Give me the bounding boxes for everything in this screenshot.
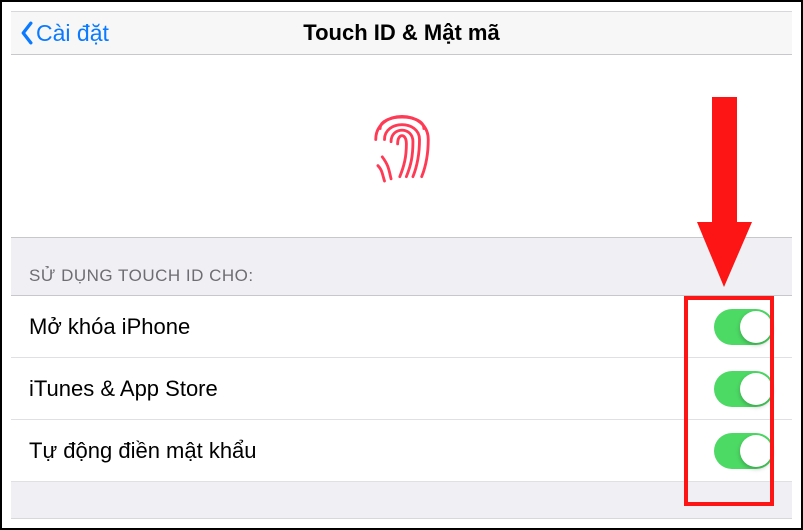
toggle-itunes-appstore[interactable]: [714, 371, 774, 407]
page-title: Touch ID & Mật mã: [303, 20, 499, 46]
toggle-unlock-iphone[interactable]: [714, 309, 774, 345]
row-itunes-appstore: iTunes & App Store: [11, 358, 792, 420]
back-label: Cài đặt: [36, 20, 109, 47]
row-label: Tự động điền mật khẩu: [29, 438, 257, 464]
row-autofill-password: Tự động điền mật khẩu: [11, 420, 792, 482]
settings-rows: Mở khóa iPhone iTunes & App Store Tự độn…: [11, 295, 792, 482]
toggle-autofill-password[interactable]: [714, 433, 774, 469]
row-unlock-iphone: Mở khóa iPhone: [11, 296, 792, 358]
row-label: iTunes & App Store: [29, 376, 218, 402]
fingerprint-icon: [367, 106, 437, 186]
chevron-left-icon: [19, 21, 34, 45]
nav-bar: Cài đặt Touch ID & Mật mã: [11, 12, 792, 55]
row-label: Mở khóa iPhone: [29, 314, 190, 340]
section-header: SỬ DỤNG TOUCH ID CHO:: [11, 238, 792, 295]
back-button[interactable]: Cài đặt: [19, 20, 109, 47]
fingerprint-hero: [11, 55, 792, 238]
